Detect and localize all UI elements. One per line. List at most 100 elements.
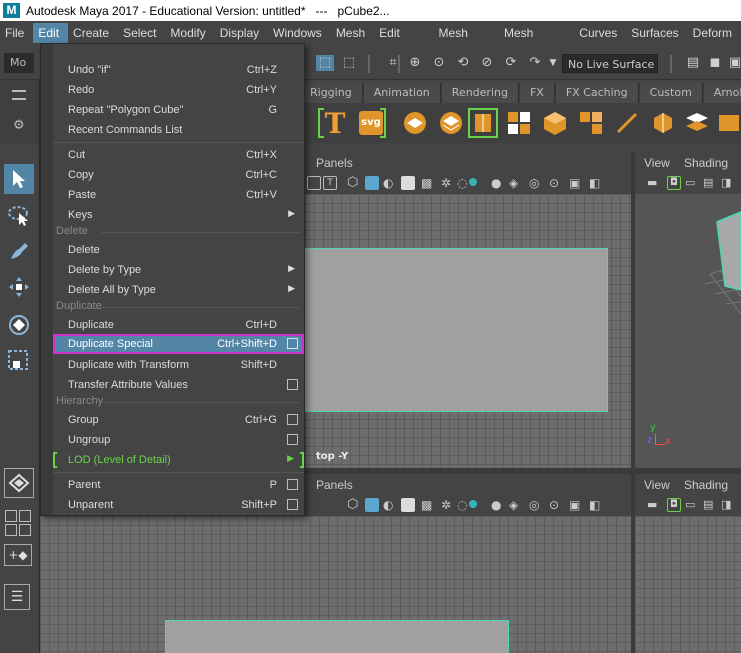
history-icon[interactable]: ⟳ — [502, 55, 520, 71]
bridge-icon[interactable] — [436, 108, 466, 138]
menu-select[interactable]: Select — [118, 23, 165, 43]
shading-menu[interactable]: Shading — [684, 478, 728, 492]
plane-object[interactable] — [305, 248, 608, 412]
menu-mesh[interactable]: Mesh — [331, 23, 374, 43]
depth-of-field-icon[interactable]: ⊙ — [549, 498, 563, 512]
menu-item-delete-by-type[interactable]: Delete by Type ▶ — [53, 260, 304, 280]
option-box-icon[interactable] — [287, 414, 298, 425]
wireframe-icon[interactable]: ⬡ — [347, 176, 361, 190]
construction-history-icon[interactable]: ↷ — [526, 55, 544, 71]
tab-animation[interactable]: Animation — [363, 83, 441, 103]
separate-icon[interactable] — [576, 108, 606, 138]
wireframe-icon[interactable]: ⬡ — [347, 498, 361, 512]
menu-item-duplicate[interactable]: Duplicate Ctrl+D — [53, 315, 304, 335]
two-d-pan-icon[interactable]: ◨ — [721, 498, 735, 512]
render-settings-icon[interactable]: ▤ — [684, 55, 702, 71]
panels-menu[interactable]: Panels — [316, 478, 353, 492]
scale-tool-icon[interactable] — [4, 346, 34, 376]
select-camera-icon[interactable]: ▬ — [647, 498, 661, 512]
menu-display[interactable]: Display — [215, 23, 268, 43]
menu-surfaces[interactable]: Surfaces — [626, 23, 687, 43]
shadows-icon[interactable]: ▩ — [421, 498, 435, 512]
tab-arnold[interactable]: Arnold — [703, 83, 741, 103]
menu-item-parent[interactable]: Parent P — [53, 475, 304, 495]
isolate-icon[interactable] — [469, 500, 477, 508]
single-perspective-layout-icon[interactable] — [4, 468, 34, 498]
anti-aliasing-icon[interactable]: ◎ — [529, 176, 543, 190]
option-box-icon[interactable] — [287, 479, 298, 490]
snap-view-plane-icon[interactable]: ⟲ — [454, 55, 472, 71]
render-frame-icon[interactable]: ◼ — [706, 55, 724, 71]
menu-curves[interactable]: Curves — [574, 23, 626, 43]
outliner-icon[interactable]: ☰ — [4, 584, 30, 610]
option-box-icon[interactable] — [287, 338, 298, 349]
menu-item-cut[interactable]: Cut Ctrl+X — [53, 145, 304, 165]
use-default-material-icon[interactable]: ◐ — [383, 176, 397, 190]
viewport-side[interactable] — [635, 516, 741, 653]
plane-object[interactable] — [165, 620, 509, 653]
depth-of-field-icon[interactable]: ⊙ — [549, 176, 563, 190]
anti-aliasing-icon[interactable]: ◎ — [529, 498, 543, 512]
menu-modify[interactable]: Modify — [165, 23, 214, 43]
ambient-occlusion-icon[interactable]: ● — [491, 176, 505, 190]
tab-fx-caching[interactable]: FX Caching — [555, 83, 639, 103]
sculpt-pen-icon[interactable] — [612, 108, 642, 138]
menu-mesh-tools[interactable]: Mesh Tools — [434, 23, 499, 60]
menu-item-ungroup[interactable]: Ungroup — [53, 430, 304, 450]
menu-item-copy[interactable]: Copy Ctrl+C — [53, 165, 304, 185]
tab-rendering[interactable]: Rendering — [441, 83, 519, 103]
view-menu[interactable]: View — [644, 478, 670, 492]
paint-select-tool-icon[interactable] — [4, 236, 34, 266]
lasso-tool-icon[interactable] — [4, 200, 34, 230]
bookmarks-icon[interactable]: ▭ — [685, 498, 699, 512]
option-box-icon[interactable] — [287, 434, 298, 445]
menu-deform[interactable]: Deform — [688, 23, 741, 43]
lights-icon[interactable]: ✲ — [441, 498, 455, 512]
motion-blur-icon[interactable]: ◈ — [509, 498, 523, 512]
gear-icon[interactable]: ⚙ — [13, 118, 25, 133]
menu-edit-mesh[interactable]: Edit Mesh — [374, 23, 433, 60]
tab-fx[interactable]: FX — [519, 83, 555, 103]
select-by-object-icon[interactable]: ⬚ — [316, 55, 334, 71]
use-default-material-icon[interactable]: ◐ — [383, 498, 397, 512]
menu-item-delete-all-by-type[interactable]: Delete All by Type ▶ — [53, 280, 304, 300]
camera-gate-icon[interactable]: ▣ — [569, 498, 583, 512]
menu-set-dropdown[interactable]: Mo — [4, 53, 34, 73]
viewport-persp[interactable]: y z x — [635, 194, 741, 468]
smooth-shade-icon[interactable] — [365, 176, 379, 190]
option-box-icon[interactable] — [287, 499, 298, 510]
combine-icon[interactable] — [504, 108, 534, 138]
isolate-icon[interactable] — [469, 178, 477, 186]
mirror-icon[interactable] — [682, 108, 712, 138]
camera-attributes-icon[interactable]: ◘ — [667, 498, 681, 512]
two-stacked-layout-icon[interactable] — [5, 524, 17, 536]
menu-item-repeat[interactable]: Repeat "Polygon Cube" G — [53, 100, 304, 120]
menu-edit[interactable]: Edit — [33, 23, 69, 43]
grid-toggle-icon[interactable] — [307, 176, 321, 190]
select-by-component-icon[interactable]: ⬚ — [340, 55, 358, 71]
menu-item-duplicate-special[interactable]: Duplicate Special Ctrl+Shift+D — [53, 334, 304, 354]
extrude-icon[interactable] — [468, 108, 498, 138]
shadows-icon[interactable]: ▩ — [421, 176, 435, 190]
shelf-menu-icon[interactable] — [12, 90, 26, 100]
textured-icon[interactable] — [401, 176, 415, 190]
viewport-top[interactable]: top -Y — [305, 194, 631, 468]
cube-icon[interactable] — [540, 108, 570, 138]
menu-file[interactable]: File — [0, 23, 33, 43]
two-side-layout-icon[interactable] — [19, 510, 31, 522]
tab-custom[interactable]: Custom — [639, 83, 703, 103]
shading-menu[interactable]: Shading — [684, 156, 728, 170]
menu-item-lod[interactable]: LOD (Level of Detail) ▶ — [53, 450, 304, 470]
motion-blur-icon[interactable]: ◈ — [509, 176, 523, 190]
live-surface-field[interactable]: No Live Surface — [562, 54, 658, 73]
lights-icon[interactable]: ✲ — [441, 176, 455, 190]
chevron-down-icon[interactable]: ▼ — [544, 55, 562, 71]
menu-item-redo[interactable]: Redo Ctrl+Y — [53, 80, 304, 100]
snap-point-icon[interactable]: ⊙ — [430, 55, 448, 71]
bevel-icon[interactable] — [400, 108, 430, 138]
menu-item-transfer-attribute-values[interactable]: Transfer Attribute Values — [53, 375, 304, 395]
two-d-pan-icon[interactable]: ◨ — [721, 176, 735, 190]
menu-windows[interactable]: Windows — [268, 23, 331, 43]
menu-mesh-display[interactable]: Mesh Display — [499, 23, 574, 60]
outliner-layout-icon[interactable] — [19, 524, 31, 536]
